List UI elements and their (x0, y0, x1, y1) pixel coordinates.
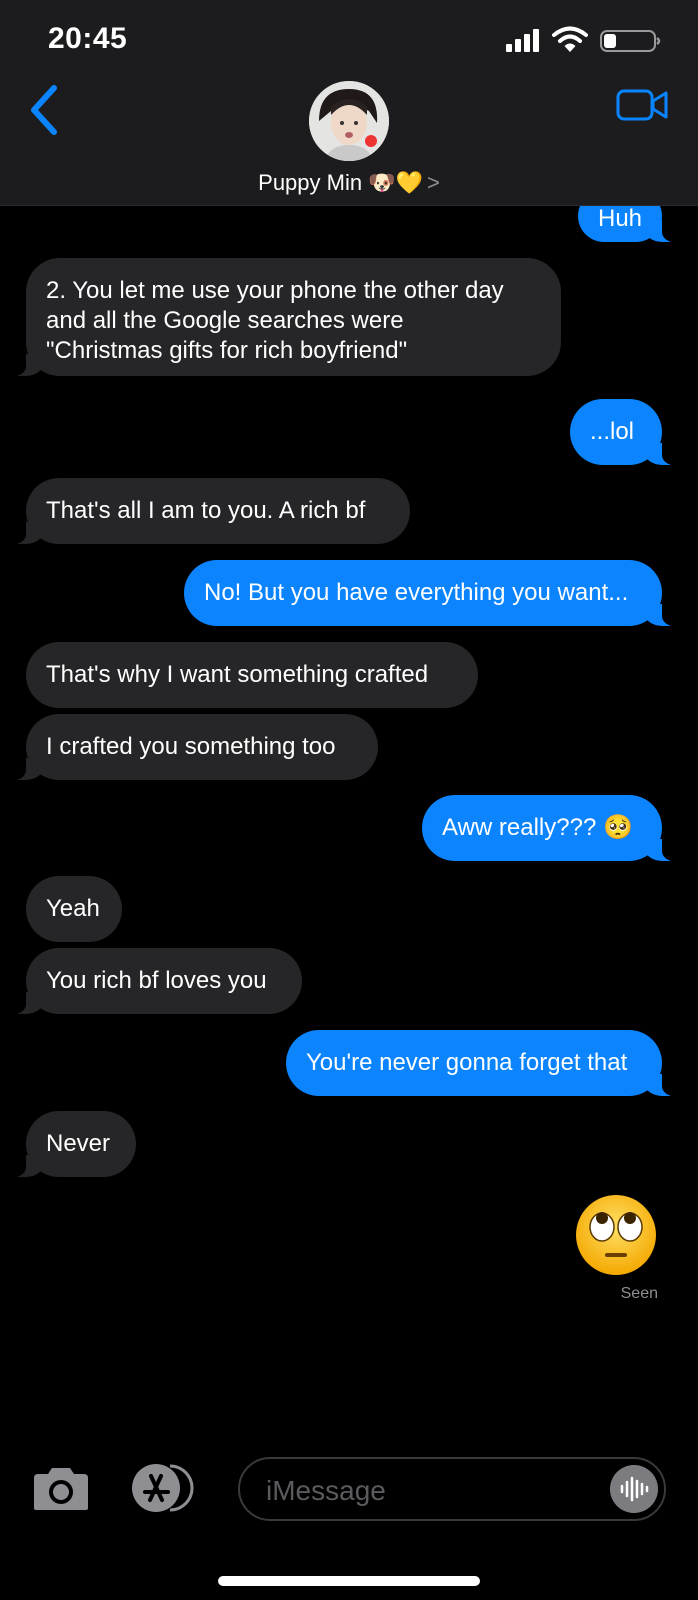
message-bubble-outgoing[interactable]: Aww really??? 🥺 (422, 795, 682, 861)
message-bubble-outgoing[interactable]: No! But you have everything you want... (184, 560, 682, 626)
imessage-placeholder: iMessage (266, 1475, 386, 1506)
message-bubble-incoming[interactable]: I crafted you something too (6, 714, 378, 780)
message-bubble-incoming[interactable]: That's why I want something crafted (26, 642, 478, 708)
home-indicator[interactable] (218, 1576, 480, 1586)
message-bubble-incoming[interactable]: You rich bf loves you (6, 948, 302, 1014)
message-thread: Huh 2. You let me use your phone the oth… (0, 0, 698, 1600)
contact-name-row[interactable]: Puppy Min 🐶💛 > (0, 170, 698, 196)
conversation-header: 20:45 Puppy Min 🐶💛 > (0, 0, 698, 206)
contact-avatar[interactable] (309, 81, 389, 161)
message-bubble-incoming[interactable]: Never (6, 1111, 136, 1177)
eye-roll-emoji-icon[interactable] (574, 1193, 658, 1277)
imessage-input[interactable]: iMessage (238, 1457, 666, 1521)
audio-waveform-icon[interactable] (610, 1465, 658, 1513)
message-bubble-incoming[interactable]: 2. You let me use your phone the other d… (6, 258, 561, 376)
battery-icon (600, 30, 661, 52)
message-bubble-outgoing[interactable]: You're never gonna forget that (286, 1030, 682, 1096)
app-store-icon[interactable] (130, 1462, 200, 1514)
camera-icon[interactable] (30, 1466, 92, 1512)
status-time: 20:45 (48, 22, 128, 55)
read-receipt: Seen (620, 1285, 658, 1302)
contact-photo (309, 81, 389, 161)
message-bubble-incoming[interactable]: Yeah (26, 876, 122, 942)
messages-screen: Huh 2. You let me use your phone the oth… (0, 0, 698, 1600)
message-bubble-outgoing[interactable]: ...lol (570, 399, 682, 465)
chevron-right-icon: > (426, 170, 440, 195)
cellular-signal-icon (506, 28, 542, 52)
message-bubble-incoming[interactable]: That's all I am to you. A rich bf (6, 478, 410, 544)
video-camera-icon[interactable] (616, 88, 668, 122)
status-icons (492, 26, 662, 54)
wifi-icon (552, 26, 588, 52)
contact-name: Puppy Min 🐶💛 (258, 170, 423, 195)
back-chevron-icon[interactable] (24, 82, 64, 138)
